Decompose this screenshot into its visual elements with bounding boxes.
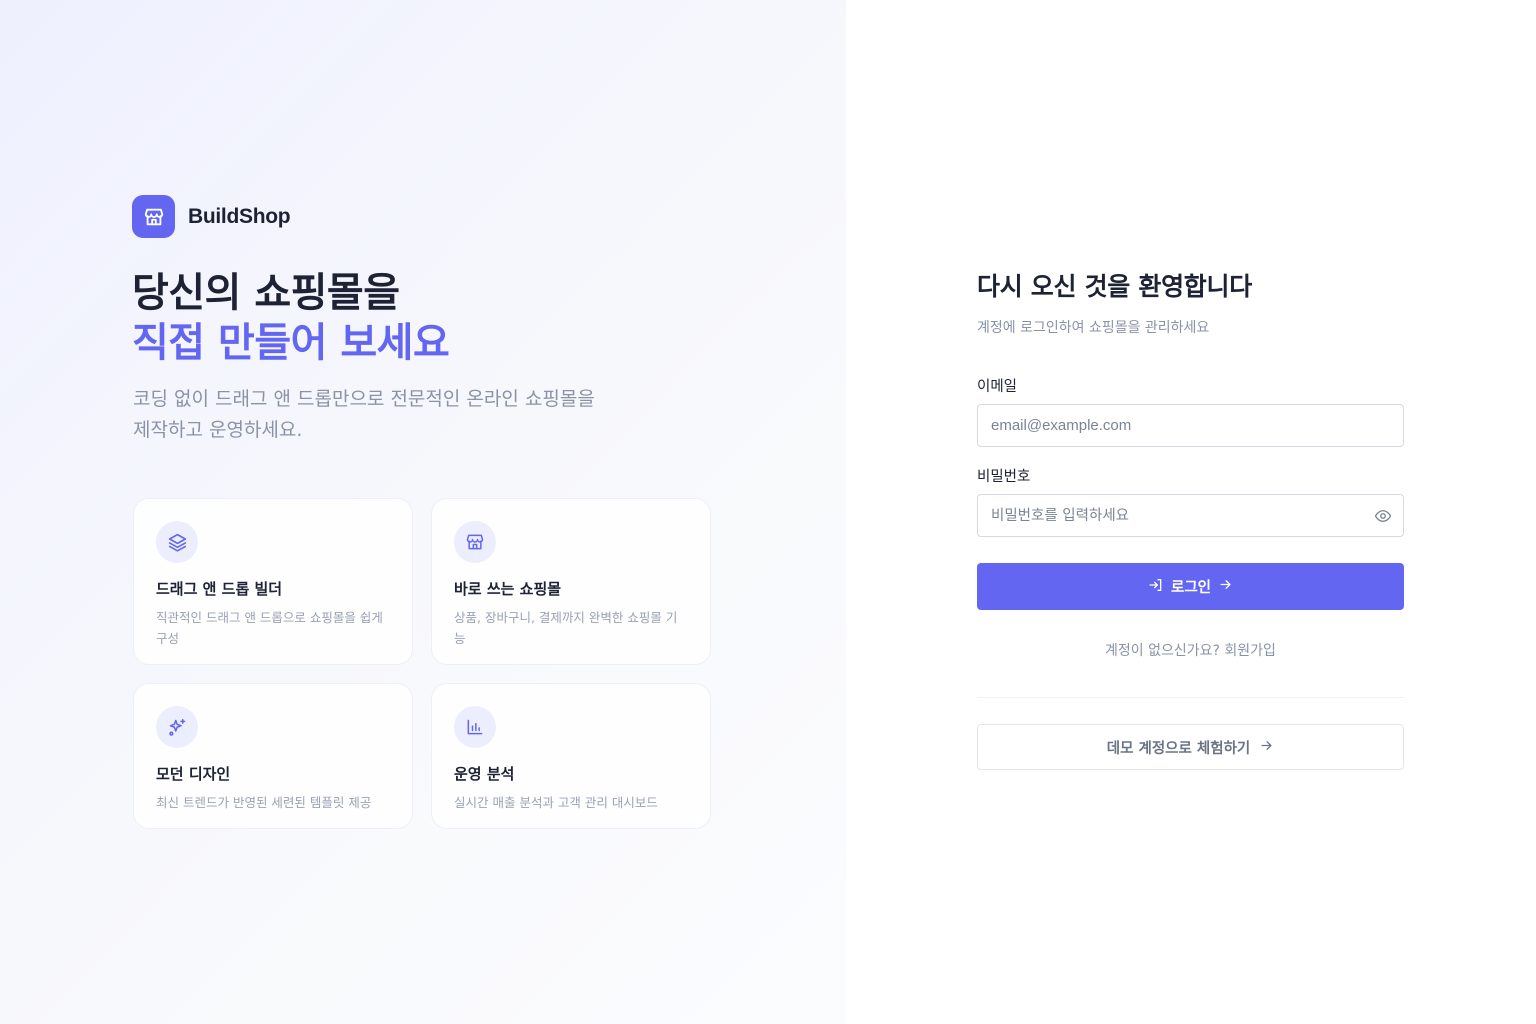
layers-icon xyxy=(156,521,198,563)
login-button[interactable]: 로그인 xyxy=(977,563,1404,610)
eye-icon[interactable] xyxy=(1374,507,1392,529)
login-form: 다시 오신 것을 환영합니다 계정에 로그인하여 쇼핑몰을 관리하세요 이메일 … xyxy=(977,267,1404,770)
login-title: 다시 오신 것을 환영합니다 xyxy=(977,272,1252,301)
feature-card-shop: 바로 쓰는 쇼핑몰 상품, 장바구니, 결제까지 완벽한 쇼핑몰 기능 xyxy=(431,498,711,665)
password-label: 비밀번호 xyxy=(977,469,1031,485)
feature-desc: 상품, 장바구니, 결제까지 완벽한 쇼핑몰 기능 xyxy=(454,610,678,646)
store-icon xyxy=(132,195,175,238)
signup-link[interactable]: 회원가입 xyxy=(1224,643,1276,659)
feature-desc: 최신 트렌드가 반영된 세련된 템플릿 제공 xyxy=(156,795,372,810)
signup-prompt: 계정이 없으신가요? xyxy=(1105,643,1220,659)
feature-card-design: 모던 디자인 최신 트렌드가 반영된 세련된 템플릿 제공 xyxy=(133,683,413,829)
signup-line: 계정이 없으신가요? 회원가입 xyxy=(977,640,1404,660)
feature-card-analytics: 운영 분석 실시간 매출 분석과 고객 관리 대시보드 xyxy=(431,683,711,829)
arrow-right-icon xyxy=(1218,577,1233,596)
feature-card-builder: 드래그 앤 드롭 빌더 직관적인 드래그 앤 드롭으로 쇼핑몰을 쉽게 구성 xyxy=(133,498,413,665)
brand[interactable]: BuildShop xyxy=(132,195,291,238)
login-enter-icon xyxy=(1148,577,1164,597)
feature-title: 바로 쓰는 쇼핑몰 xyxy=(454,580,562,598)
brand-name: BuildShop xyxy=(188,204,291,228)
feature-title: 운영 분석 xyxy=(454,765,515,783)
email-label: 이메일 xyxy=(977,379,1018,395)
arrow-right-icon xyxy=(1259,738,1274,757)
sparkles-icon xyxy=(156,706,198,748)
password-input[interactable] xyxy=(977,494,1404,537)
left-hero-panel xyxy=(0,0,846,1024)
feature-title: 드래그 앤 드롭 빌더 xyxy=(156,580,283,598)
demo-button-label: 데모 계정으로 체험하기 xyxy=(1106,740,1251,757)
hero-title: 당신의 쇼핑몰을 직접 만들어 보세요 xyxy=(132,268,450,368)
bar-chart-icon xyxy=(454,706,496,748)
feature-title: 모던 디자인 xyxy=(156,765,231,783)
hero-description: 코딩 없이 드래그 앤 드롭만으로 전문적인 온라인 쇼핑몰을 제작하고 운영하… xyxy=(133,388,595,441)
login-subtitle: 계정에 로그인하여 쇼핑몰을 관리하세요 xyxy=(977,320,1210,336)
hero-title-line2: 직접 만들어 보세요 xyxy=(132,320,450,366)
email-input[interactable] xyxy=(977,404,1404,447)
feature-desc: 실시간 매출 분석과 고객 관리 대시보드 xyxy=(454,795,658,810)
divider xyxy=(977,697,1404,698)
feature-desc: 직관적인 드래그 앤 드롭으로 쇼핑몰을 쉽게 구성 xyxy=(156,610,383,646)
store-icon xyxy=(454,521,496,563)
hero-title-line1: 당신의 쇼핑몰을 xyxy=(132,270,400,316)
demo-account-button[interactable]: 데모 계정으로 체험하기 xyxy=(977,724,1404,770)
login-button-label: 로그인 xyxy=(1170,580,1212,596)
